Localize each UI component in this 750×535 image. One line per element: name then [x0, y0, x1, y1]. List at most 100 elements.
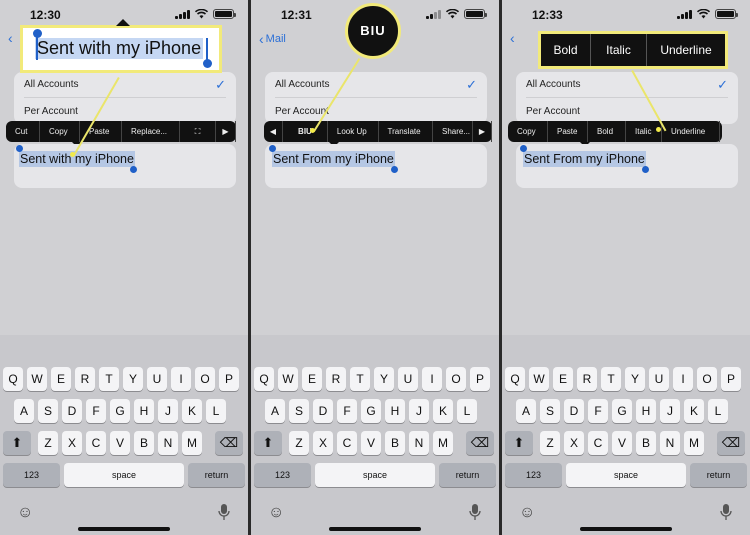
key[interactable]: M [684, 431, 704, 455]
key[interactable]: I [422, 367, 442, 391]
key[interactable]: W [278, 367, 298, 391]
menu-copy[interactable]: Copy [40, 121, 80, 142]
space-key[interactable]: space [64, 463, 184, 487]
space-key[interactable]: space [566, 463, 686, 487]
key[interactable]: F [337, 399, 357, 423]
key[interactable]: P [721, 367, 741, 391]
key[interactable]: Y [123, 367, 143, 391]
selection-end-handle[interactable] [642, 166, 649, 173]
key[interactable]: K [433, 399, 453, 423]
numbers-key[interactable]: 123 [505, 463, 562, 487]
key[interactable]: M [433, 431, 453, 455]
key[interactable]: W [529, 367, 549, 391]
back-button[interactable]: ‹ [8, 31, 13, 45]
key[interactable]: E [302, 367, 322, 391]
key[interactable]: W [27, 367, 47, 391]
microphone-icon[interactable] [218, 503, 230, 521]
key[interactable]: B [385, 431, 405, 455]
delete-icon[interactable]: ⌫ [717, 431, 745, 455]
key[interactable]: I [171, 367, 191, 391]
key[interactable]: V [612, 431, 632, 455]
key[interactable]: H [134, 399, 154, 423]
key[interactable]: L [206, 399, 226, 423]
key[interactable]: X [313, 431, 333, 455]
key[interactable]: E [51, 367, 71, 391]
signature-text[interactable]: Sent From my iPhone [523, 151, 646, 167]
key[interactable]: T [99, 367, 119, 391]
key[interactable]: N [158, 431, 178, 455]
key[interactable]: E [553, 367, 573, 391]
delete-icon[interactable]: ⌫ [215, 431, 243, 455]
key[interactable]: G [110, 399, 130, 423]
key[interactable]: R [326, 367, 346, 391]
key[interactable]: T [601, 367, 621, 391]
selection-start-handle[interactable] [269, 145, 276, 152]
back-button[interactable]: ‹ [510, 31, 515, 45]
key[interactable]: U [147, 367, 167, 391]
menu-bold[interactable]: Bold [588, 121, 626, 142]
key[interactable]: C [86, 431, 106, 455]
key[interactable]: A [265, 399, 285, 423]
key[interactable]: C [588, 431, 608, 455]
key[interactable]: J [409, 399, 429, 423]
key[interactable]: O [697, 367, 717, 391]
shift-icon[interactable]: ⬆ [3, 431, 31, 455]
key[interactable]: N [660, 431, 680, 455]
key[interactable]: N [409, 431, 429, 455]
signature-text[interactable]: Sent From my iPhone [272, 151, 395, 167]
key[interactable]: I [673, 367, 693, 391]
key[interactable]: V [361, 431, 381, 455]
selection-end-handle[interactable] [130, 166, 137, 173]
key[interactable]: Z [38, 431, 58, 455]
key[interactable]: Q [254, 367, 274, 391]
menu-paste[interactable]: Paste [548, 121, 588, 142]
key[interactable]: K [684, 399, 704, 423]
selection-start-handle[interactable] [520, 145, 527, 152]
key[interactable]: P [219, 367, 239, 391]
key[interactable]: S [38, 399, 58, 423]
menu-translate[interactable]: Translate [379, 121, 433, 142]
key[interactable]: B [636, 431, 656, 455]
signature-text[interactable]: Sent with my iPhone [19, 151, 135, 167]
key[interactable]: X [564, 431, 584, 455]
arrow-right-icon[interactable]: ▶ [473, 121, 492, 142]
selection-start-handle[interactable] [16, 145, 23, 152]
shift-icon[interactable]: ⬆ [505, 431, 533, 455]
key[interactable]: B [134, 431, 154, 455]
arrow-left-icon[interactable]: ◀ [264, 121, 283, 142]
option-all-accounts[interactable]: All Accounts ✓ [24, 72, 226, 98]
key[interactable]: U [398, 367, 418, 391]
arrow-right-icon[interactable]: ▶ [216, 121, 236, 142]
key[interactable]: J [660, 399, 680, 423]
emoji-icon[interactable]: ☺ [519, 504, 535, 522]
key[interactable]: V [110, 431, 130, 455]
key[interactable]: R [75, 367, 95, 391]
numbers-key[interactable]: 123 [3, 463, 60, 487]
key[interactable]: D [313, 399, 333, 423]
return-key[interactable]: return [439, 463, 496, 487]
key[interactable]: Z [289, 431, 309, 455]
key[interactable]: L [708, 399, 728, 423]
key[interactable]: T [350, 367, 370, 391]
key[interactable]: U [649, 367, 669, 391]
key[interactable]: P [470, 367, 490, 391]
key[interactable]: D [564, 399, 584, 423]
key[interactable]: Y [625, 367, 645, 391]
menu-format-biu[interactable]: BIU [283, 121, 328, 142]
key[interactable]: K [182, 399, 202, 423]
emoji-icon[interactable]: ☺ [268, 504, 284, 522]
return-key[interactable]: return [188, 463, 245, 487]
key[interactable]: H [385, 399, 405, 423]
key[interactable]: Q [505, 367, 525, 391]
key[interactable]: J [158, 399, 178, 423]
microphone-icon[interactable] [720, 503, 732, 521]
numbers-key[interactable]: 123 [254, 463, 311, 487]
menu-underline[interactable]: Underline [662, 121, 720, 142]
key[interactable]: F [588, 399, 608, 423]
key[interactable]: A [516, 399, 536, 423]
space-key[interactable]: space [315, 463, 435, 487]
shift-icon[interactable]: ⬆ [254, 431, 282, 455]
key[interactable]: H [636, 399, 656, 423]
menu-look-up[interactable]: Look Up [328, 121, 379, 142]
key[interactable]: L [457, 399, 477, 423]
